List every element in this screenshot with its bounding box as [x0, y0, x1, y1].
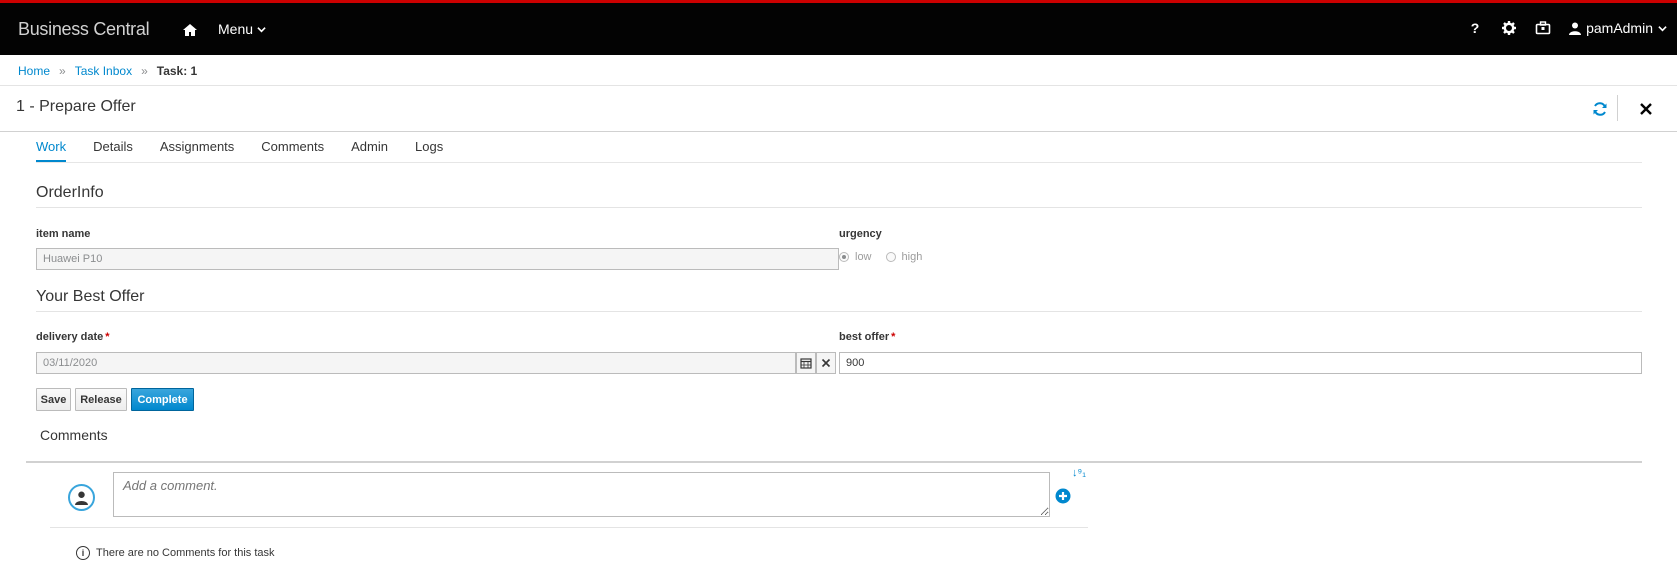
comments-title: Comments — [40, 427, 108, 443]
urgency-low-radio[interactable] — [839, 252, 849, 262]
help-icon[interactable]: ? — [1467, 20, 1483, 36]
user-dropdown[interactable]: pamAdmin — [1569, 20, 1667, 36]
breadcrumb-task-inbox[interactable]: Task Inbox — [75, 64, 132, 78]
page-title: 1 - Prepare Offer — [16, 98, 136, 115]
item-name-input[interactable] — [36, 248, 839, 270]
empty-comments-text: There are no Comments for this task — [96, 547, 275, 559]
complete-button[interactable]: Complete — [131, 388, 194, 411]
delivery-date-input[interactable] — [36, 352, 796, 374]
section-title-order-info: OrderInfo — [36, 184, 104, 201]
save-button[interactable]: Save — [36, 388, 71, 411]
clear-date-button[interactable] — [816, 352, 836, 374]
urgency-low-label: low — [855, 251, 872, 263]
sort-icon[interactable]: ↓⁹₁ — [1072, 467, 1086, 479]
tab-admin[interactable]: Admin — [351, 139, 388, 162]
avatar — [68, 484, 95, 511]
divider — [1617, 95, 1618, 121]
divider — [0, 131, 1677, 132]
divider — [36, 207, 1642, 208]
urgency-radio-group: low high — [839, 251, 930, 263]
tab-logs[interactable]: Logs — [415, 139, 443, 162]
divider — [26, 461, 1642, 463]
comment-input[interactable] — [113, 472, 1050, 517]
clear-icon — [821, 358, 831, 368]
best-offer-input[interactable] — [839, 352, 1642, 374]
calendar-button[interactable] — [796, 352, 816, 374]
best-offer-label: best offer * — [839, 331, 896, 343]
delivery-date-label: delivery date * — [36, 331, 110, 343]
tab-work[interactable]: Work — [36, 139, 67, 162]
divider — [0, 85, 1677, 86]
breadcrumb-home[interactable]: Home — [18, 64, 50, 78]
breadcrumb-current: Task: 1 — [156, 64, 198, 78]
breadcrumb: Home » Task Inbox » Task: 1 — [18, 64, 197, 78]
divider — [36, 162, 1642, 163]
add-comment-icon[interactable] — [1055, 488, 1071, 504]
divider — [36, 311, 1642, 312]
chevron-down-icon — [257, 26, 266, 32]
user-name: pamAdmin — [1586, 20, 1653, 36]
brand-title[interactable]: Business Central — [18, 19, 150, 40]
user-icon — [75, 491, 88, 505]
briefcase-icon[interactable] — [1535, 20, 1551, 36]
gear-icon[interactable] — [1501, 20, 1517, 36]
refresh-icon[interactable] — [1592, 101, 1608, 117]
release-button[interactable]: Release — [75, 388, 127, 411]
close-icon[interactable] — [1638, 101, 1654, 117]
item-name-label: item name — [36, 228, 91, 240]
tab-assignments[interactable]: Assignments — [160, 139, 234, 162]
top-navbar: Business Central Menu ? pamAdmin — [0, 0, 1677, 55]
urgency-high-radio[interactable] — [885, 252, 896, 262]
user-icon — [1569, 22, 1582, 35]
info-icon: i — [76, 546, 90, 560]
task-tabs: Work Details Assignments Comments Admin … — [36, 139, 470, 162]
divider — [50, 527, 1088, 528]
tab-details[interactable]: Details — [93, 139, 133, 162]
section-title-best-offer: Your Best Offer — [36, 288, 145, 305]
breadcrumb-separator-icon: » — [141, 64, 148, 78]
breadcrumb-separator-icon: » — [59, 64, 66, 78]
urgency-high-label: high — [901, 251, 923, 263]
urgency-label: urgency — [839, 228, 882, 240]
empty-comments-message: i There are no Comments for this task — [76, 546, 275, 560]
menu-dropdown[interactable]: Menu — [218, 21, 266, 37]
home-icon[interactable] — [182, 22, 198, 38]
tab-comments[interactable]: Comments — [261, 139, 324, 162]
menu-label: Menu — [218, 21, 254, 37]
chevron-down-icon — [1658, 25, 1667, 31]
calendar-icon — [800, 358, 812, 369]
